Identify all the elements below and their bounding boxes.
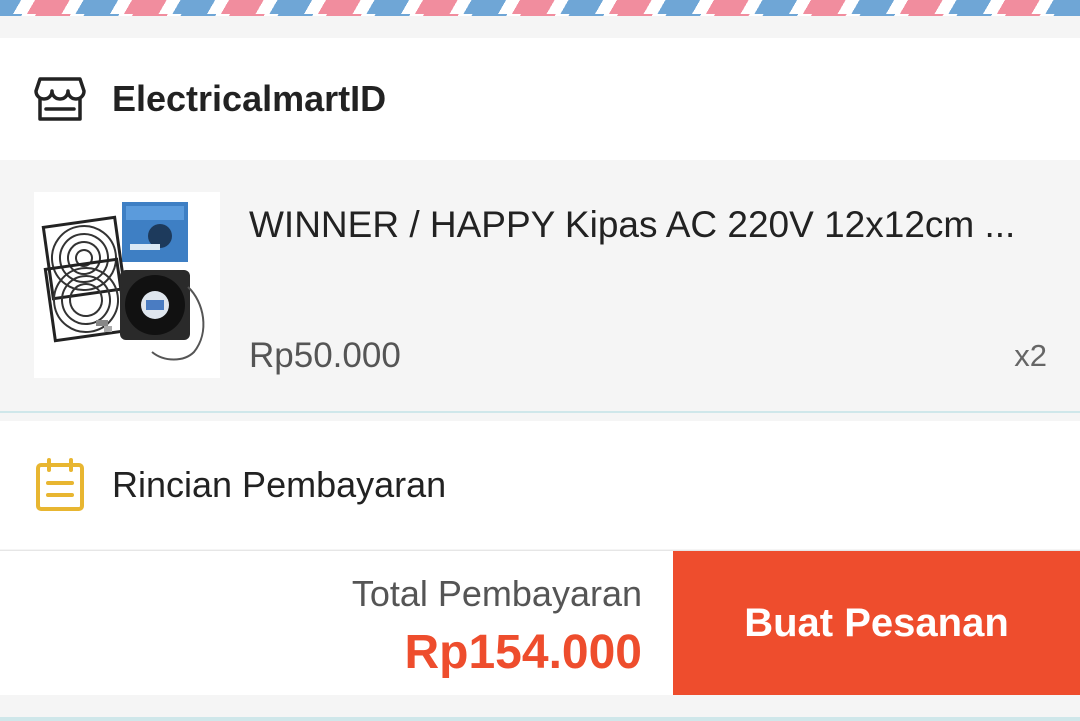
place-order-button[interactable]: Buat Pesanan <box>673 551 1080 696</box>
document-list-icon <box>34 457 86 513</box>
total-value: Rp154.000 <box>404 626 643 679</box>
top-spacer <box>0 16 1080 38</box>
section-divider <box>0 411 1080 413</box>
airmail-stripe <box>0 0 1080 16</box>
fan-product-image <box>34 192 220 378</box>
total-label: Total Pembayaran <box>351 573 642 614</box>
store-icon <box>34 75 86 123</box>
product-price: Rp50.000 <box>249 336 401 375</box>
payment-details-section[interactable]: Rincian Pembayaran <box>0 421 1080 549</box>
shop-header[interactable]: ElectricalmartID <box>0 38 1080 160</box>
shop-name: ElectricalmartID <box>112 78 387 119</box>
bottom-strip <box>0 695 1080 721</box>
product-quantity: x2 <box>1014 338 1047 373</box>
product-title: WINNER / HAPPY Kipas AC 220V 12x12cm ... <box>249 204 1016 245</box>
checkout-page: ElectricalmartID WINNER / HAPPY Kipas AC… <box>0 0 1080 721</box>
payment-details-title: Rincian Pembayaran <box>112 464 447 505</box>
checkout-bar: Total Pembayaran Rp154.000 Buat Pesanan <box>0 550 1080 696</box>
product-item[interactable]: WINNER / HAPPY Kipas AC 220V 12x12cm ...… <box>0 160 1080 412</box>
